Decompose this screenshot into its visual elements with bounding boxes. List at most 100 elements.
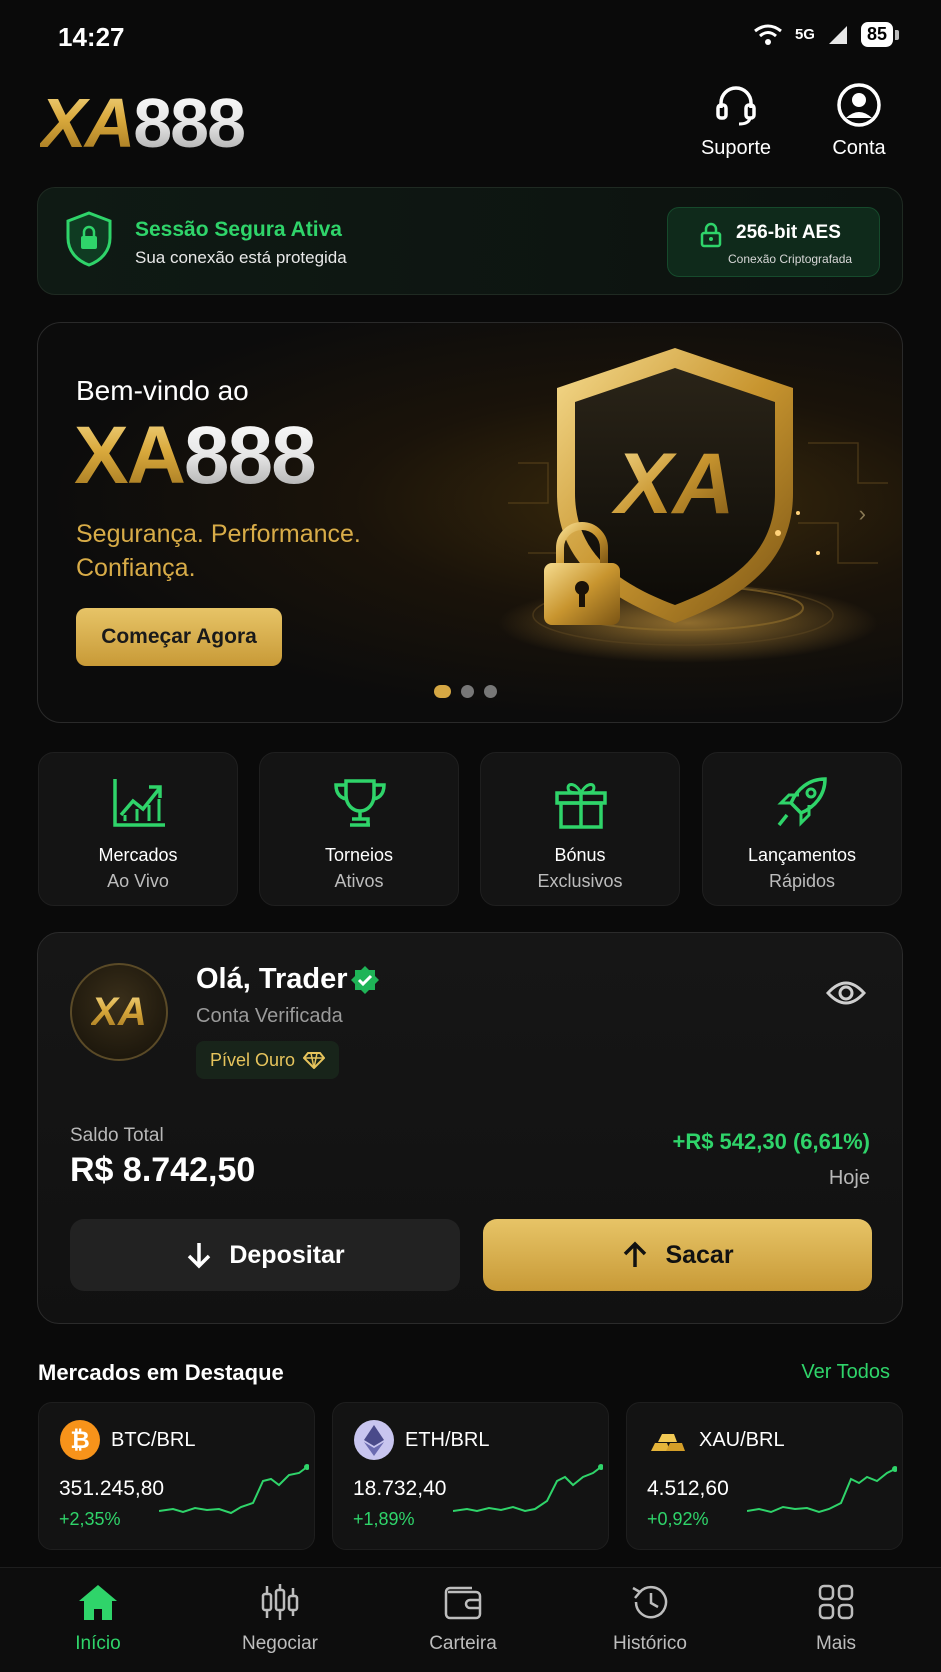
quick-action-subtitle: Exclusivos (537, 871, 623, 891)
sparkline (159, 1464, 309, 1515)
secure-title: Sessão Segura Ativa (135, 218, 342, 241)
history-icon (632, 1585, 668, 1619)
deposit-button[interactable]: Depositar (70, 1219, 460, 1291)
carousel-dot-2[interactable] (461, 685, 474, 698)
chevron-right-icon[interactable]: › (859, 501, 866, 527)
banner-tagline: Segurança. Performance. Confiança. (76, 520, 361, 582)
nav-label: Mais (815, 1633, 857, 1654)
market-price: 4.512,60 (647, 1477, 729, 1500)
status-bar: 14:27 5G 85 (0, 0, 941, 72)
svg-text:₿: ₿ (70, 1427, 90, 1454)
deposit-label: Depositar (229, 1240, 345, 1269)
account-button[interactable]: Conta (809, 82, 909, 160)
user-circle-icon (837, 83, 881, 127)
account-label: Conta (832, 137, 886, 159)
wifi-icon (754, 24, 782, 45)
balance-label: Saldo Total (70, 1125, 164, 1146)
market-card-eth[interactable]: ETH/BRL 18.732,40 +1,89% (332, 1402, 609, 1550)
quick-action-launches[interactable]: Lançamentos Rápidos (702, 752, 902, 906)
secure-session-card: Sessão Segura Ativa Sua conexão está pro… (37, 187, 903, 295)
market-pair: BTC/BRL (111, 1429, 196, 1451)
lock-icon (700, 222, 722, 248)
carousel-dot-1[interactable] (434, 685, 451, 698)
status-time: 14:27 (58, 22, 125, 52)
diamond-icon (303, 1052, 326, 1069)
ethereum-icon (354, 1420, 394, 1460)
support-button[interactable]: Suporte (686, 82, 786, 160)
level-badge: Pível Ouro (196, 1041, 340, 1079)
market-card-btc[interactable]: ₿ BTC/BRL 351.245,80 +2,35% (38, 1402, 315, 1550)
shield-illustration: XA (498, 348, 888, 663)
market-pair: XAU/BRL (699, 1429, 785, 1451)
change-period: Hoje (828, 1167, 870, 1189)
nav-label: Negociar (241, 1633, 319, 1654)
logo-888: 888 (133, 84, 246, 162)
withdraw-button[interactable]: Sacar (483, 1219, 872, 1291)
quick-action-tournaments[interactable]: Torneios Ativos (259, 752, 459, 906)
verified-check-icon (351, 966, 379, 994)
avatar-text: XA (91, 989, 147, 1034)
logo-xa: XA (40, 84, 135, 162)
nav-history[interactable]: Histórico (580, 1582, 720, 1655)
market-change: +0,92% (647, 1509, 709, 1529)
quick-action-title: Bónus (554, 845, 606, 865)
account-status: Conta Verificada (196, 1005, 343, 1027)
battery-level: 85 (860, 22, 900, 47)
arrow-up-icon (624, 1241, 647, 1267)
avatar[interactable]: XA (70, 963, 168, 1061)
greeting: Olá, Trader (196, 963, 348, 995)
level-label: Pível Ouro (210, 1049, 296, 1070)
sparkline (453, 1464, 603, 1513)
markets-title: Mercados em Destaque (38, 1360, 284, 1385)
quick-action-title: Torneios (324, 845, 394, 865)
arrow-down-icon (188, 1243, 211, 1269)
quick-action-markets[interactable]: Mercados Ao Vivo (38, 752, 238, 906)
nav-trade[interactable]: Negociar (210, 1582, 350, 1655)
candlestick-icon (261, 1584, 299, 1620)
rocket-icon (777, 777, 827, 827)
grid-icon (818, 1584, 854, 1620)
market-card-xau[interactable]: XAU/BRL 4.512,60 +0,92% (626, 1402, 903, 1550)
quick-action-subtitle: Ativos (334, 871, 384, 891)
account-summary-card: XA Olá, Trader Conta Verificada Pível Ou… (37, 932, 903, 1324)
support-label: Suporte (700, 137, 772, 159)
encryption-subtitle: Conexão Criptografada (728, 252, 853, 266)
banner-welcome: Bem-vindo ao (76, 375, 249, 406)
eye-icon[interactable] (826, 979, 866, 1007)
balance-value: R$ 8.742,50 (70, 1151, 256, 1189)
nav-label: Histórico (613, 1633, 687, 1654)
secure-subtitle: Sua conexão está protegida (135, 248, 347, 267)
nav-home[interactable]: Início (28, 1582, 168, 1655)
encryption-title: 256-bit AES (736, 222, 841, 243)
banner-logo-888: 888 (183, 410, 317, 501)
nav-wallet[interactable]: Carteira (393, 1582, 533, 1655)
bottom-nav: Início Negociar Carteira Histórico Mais (0, 1567, 941, 1672)
market-price: 18.732,40 (353, 1477, 447, 1500)
shield-text: XA (611, 436, 734, 532)
carousel-indicators (434, 685, 497, 698)
market-change: +1,89% (353, 1509, 415, 1529)
market-price: 351.245,80 (59, 1477, 165, 1500)
sparkline (747, 1466, 897, 1514)
start-now-button[interactable]: Começar Agora (76, 608, 282, 666)
market-pair: ETH/BRL (405, 1429, 490, 1451)
chart-up-icon (113, 779, 165, 827)
signal-icon (828, 25, 847, 44)
carousel-dot-3[interactable] (484, 685, 497, 698)
quick-action-title: Mercados (98, 845, 178, 865)
nav-more[interactable]: Mais (766, 1582, 906, 1655)
see-all-link[interactable]: Ver Todos (801, 1361, 890, 1384)
app-logo[interactable]: XA888 (40, 88, 246, 158)
network-type: 5G (794, 26, 815, 43)
encryption-badge: 256-bit AES Conexão Criptografada (667, 207, 880, 277)
trophy-icon (334, 779, 386, 827)
promo-banner[interactable]: Bem-vindo ao XA888 Segurança. Performanc… (37, 322, 903, 723)
home-icon (79, 1585, 117, 1620)
status-icons: 5G 85 (753, 22, 900, 47)
gift-icon (555, 783, 607, 829)
balance-change: +R$ 542,30 (6,61%) (672, 1129, 870, 1154)
withdraw-label: Sacar (665, 1240, 734, 1269)
quick-action-bonus[interactable]: Bónus Exclusivos (480, 752, 680, 906)
shield-lock-icon (66, 211, 112, 267)
banner-logo: XA888 (74, 415, 317, 497)
